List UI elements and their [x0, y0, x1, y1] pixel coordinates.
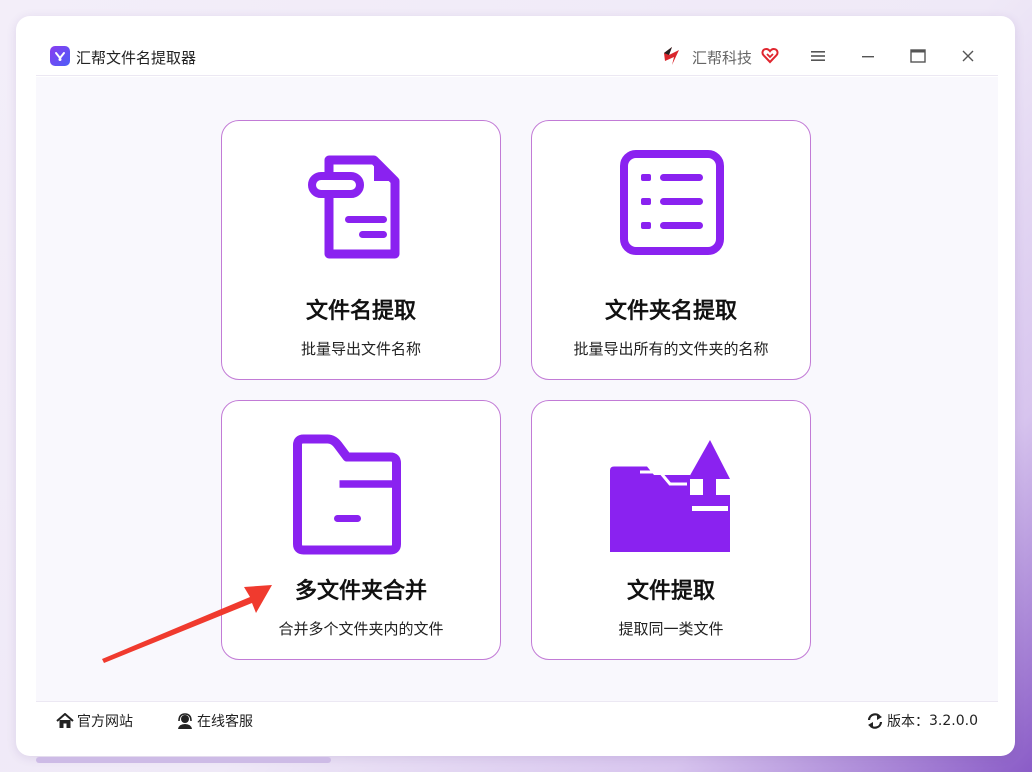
menu-button[interactable] [803, 42, 833, 70]
folder-export-icon [610, 440, 730, 552]
home-icon [56, 713, 74, 728]
refresh-icon [867, 713, 883, 729]
card-foldername-extract[interactable]: 文件夹名提取 批量导出所有的文件夹的名称 [531, 120, 811, 380]
brand-name: 汇帮科技 [692, 49, 753, 67]
maximize-icon [910, 49, 926, 63]
main-content: 文件名提取 批量导出文件名称 文件夹名提取 批量导出所有的文件夹的名称 多文件夹… [36, 77, 998, 701]
official-website-link[interactable]: 官方网站 [56, 711, 133, 731]
close-button[interactable] [953, 42, 983, 70]
card-description: 批量导出所有的文件夹的名称 [573, 340, 769, 358]
brand-logo-icon [664, 47, 679, 65]
taskbar-strip [36, 757, 331, 763]
card-title: 文件名提取 [305, 299, 416, 324]
card-description: 提取同一类文件 [618, 620, 724, 638]
title-bar: 汇帮文件名提取器 汇帮科技 [36, 36, 998, 76]
version-label: 版本： [887, 714, 929, 730]
card-filename-extract[interactable]: 文件名提取 批量导出文件名称 [221, 120, 501, 380]
card-title: 文件夹名提取 [604, 299, 737, 324]
hamburger-icon [811, 51, 825, 61]
pointer-arrow-annotation [102, 585, 272, 663]
minimize-button[interactable] [853, 42, 883, 70]
app-window: 汇帮文件名提取器 汇帮科技 文件名提取 批量导出文件名称 文件夹名提取 批量导出… [36, 36, 998, 738]
heart-icon[interactable] [761, 46, 779, 64]
card-title: 文件提取 [626, 579, 715, 604]
card-description: 批量导出文件名称 [300, 340, 421, 358]
list-icon [620, 150, 724, 255]
version-info[interactable]: 版本： 3.2.0.0 [866, 711, 978, 731]
document-icon [308, 155, 400, 259]
online-service-link[interactable]: 在线客服 [176, 711, 253, 731]
folder-icon [293, 434, 401, 555]
footer-bar: 官方网站 在线客服 版本： 3.2.0.0 [36, 701, 998, 738]
official-website-label: 官方网站 [77, 714, 133, 730]
app-logo-icon [50, 46, 70, 66]
customer-service-icon [178, 713, 192, 729]
version-value: 3.2.0.0 [929, 713, 978, 729]
close-icon [962, 50, 974, 62]
app-title: 汇帮文件名提取器 [76, 49, 197, 67]
online-service-label: 在线客服 [197, 714, 253, 730]
card-file-extract[interactable]: 文件提取 提取同一类文件 [531, 400, 811, 660]
minimize-icon [862, 56, 874, 58]
maximize-button[interactable] [903, 42, 933, 70]
